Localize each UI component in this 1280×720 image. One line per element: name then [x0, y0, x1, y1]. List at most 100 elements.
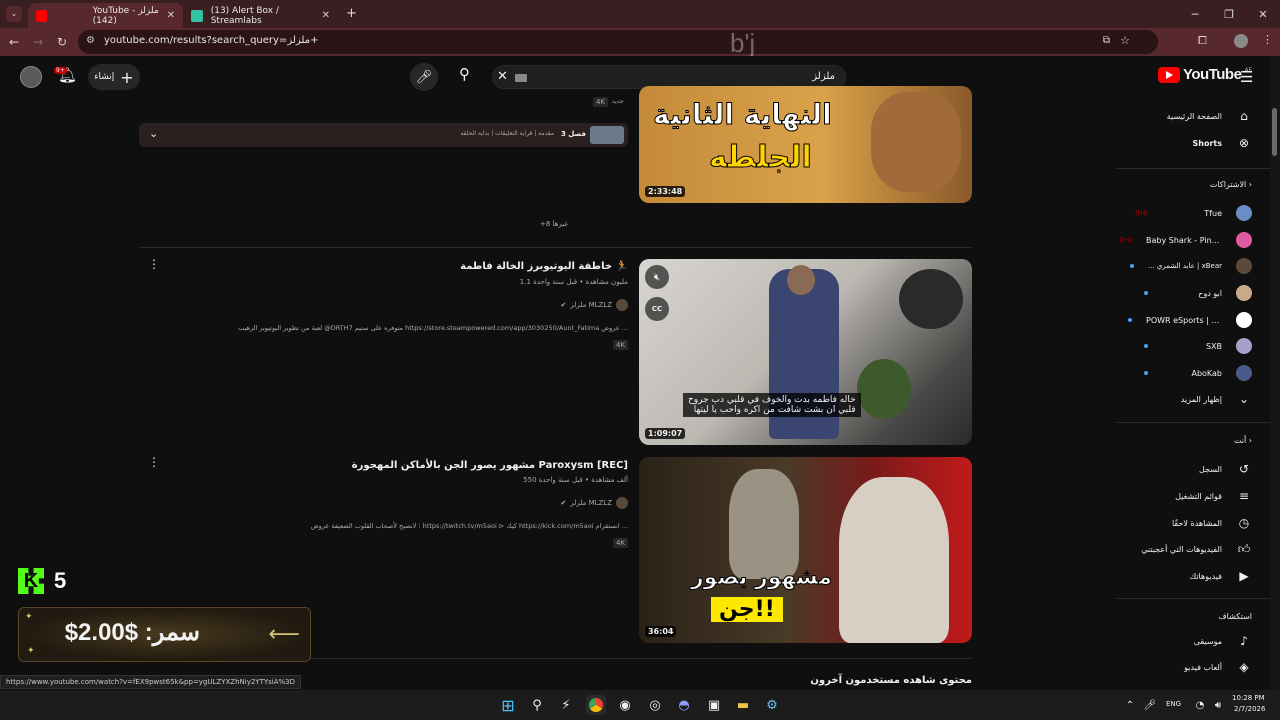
sidebar-item-history[interactable]: ↺ السجل: [1199, 459, 1252, 479]
voice-search-icon[interactable]: 🎤︎: [410, 63, 438, 91]
chapters-row[interactable]: ⌄ 3 فصل مقدمة | قراية التعليقات | بداية …: [139, 123, 628, 147]
sidebar-item-gaming[interactable]: ◈ ألعاب فيديو: [1184, 657, 1252, 677]
back-icon[interactable]: ←: [6, 34, 22, 50]
app-icon[interactable]: ◎: [645, 695, 665, 715]
minimize-icon[interactable]: ─: [1178, 0, 1212, 28]
streamlabs-favicon-icon: [191, 9, 203, 22]
sidebar-item-label: Shorts: [1192, 138, 1222, 148]
channel-link[interactable]: ✔ ملزلز MLZLZ: [561, 299, 628, 311]
more-actions-icon[interactable]: ⋮: [148, 257, 160, 271]
video-title[interactable]: مشهور يصور الجن بالأماكن المهجورة Paroxy…: [352, 460, 628, 471]
clock-time[interactable]: 10:28 PM: [1232, 694, 1265, 702]
page-scrollbar-thumb[interactable]: [1272, 108, 1277, 156]
subscriptions-heading[interactable]: الاشتراكات ›: [1210, 180, 1252, 189]
sidebar-item-music[interactable]: ♪ موسيقى: [1194, 631, 1252, 651]
sidebar-item-watch-later[interactable]: ◷ المشاهدة لاحقًا: [1172, 513, 1252, 533]
video-thumbnail[interactable]: النهاية الثانية الجلطه 2:33:48: [639, 86, 972, 203]
guide-menu-icon[interactable]: ☰: [1240, 68, 1253, 86]
more-results-link[interactable]: +8 غيرها: [540, 220, 568, 228]
sidebar-item-shorts[interactable]: ⊗ Shorts: [1193, 133, 1252, 153]
video-thumbnail[interactable]: 🔇︎ CC خاله فاطمه بدت والخوف في قلبي دب ج…: [639, 259, 972, 445]
sidebar-item-home[interactable]: ⌂ الصفحة الرئيسية: [1167, 106, 1252, 126]
sidebar-item-liked[interactable]: 👍︎ الفيديوهات التي أعجبتني: [1141, 539, 1252, 559]
chevron-down-icon: ⌄: [1238, 392, 1250, 406]
steam-icon[interactable]: ⚙: [762, 695, 782, 715]
sidebar-sub-xbear[interactable]: xBear | عابد الشمري ...: [1130, 256, 1252, 276]
channel-link[interactable]: ✔ ملزلز MLZLZ: [561, 497, 628, 509]
tray-chevron-icon[interactable]: ⌃: [1120, 695, 1140, 715]
you-heading[interactable]: أنت ›: [1234, 436, 1252, 445]
sidebar-item-your-videos[interactable]: ▶ فيديوهاتك: [1190, 566, 1252, 586]
channel-avatar: [1236, 258, 1252, 274]
sidebar-sub-sxb[interactable]: SXB: [1144, 336, 1252, 356]
address-url: youtube.com/results?search_query=ملزلز+: [104, 35, 319, 46]
sidebar-item-label: موسيقى: [1193, 636, 1222, 646]
sidebar-item-playlists[interactable]: ≡ قوائم التشغيل: [1175, 486, 1252, 506]
sidebar-sub-tfue[interactable]: Tfue ((•)): [1135, 203, 1252, 223]
discord-icon[interactable]: ◓: [674, 695, 694, 715]
video-title[interactable]: خاطفة اليوتيوبرز الخالة فاطمة 🏃: [460, 261, 628, 272]
create-button[interactable]: إنشاء +: [88, 64, 140, 90]
address-bar[interactable]: ⚙ youtube.com/results?search_query=ملزلز…: [78, 30, 1158, 54]
tab-close-icon[interactable]: ✕: [167, 10, 175, 21]
more-actions-icon[interactable]: ⋮: [148, 455, 160, 469]
forward-icon[interactable]: →: [30, 34, 46, 50]
clear-search-icon[interactable]: ✕: [497, 69, 508, 84]
sidebar-sub-babyshark[interactable]: Baby Shark - Pin... ((•)): [1119, 230, 1252, 250]
caption-line: خاله فاطمه بدت والخوف في قلبي دب جروح: [688, 395, 856, 405]
obs-icon[interactable]: ◉: [615, 695, 635, 715]
volume-icon[interactable]: 🔊︎: [1208, 695, 1228, 715]
bookmark-star-icon[interactable]: ☆: [1120, 34, 1130, 47]
video-meta: 1.1 مليون مشاهدة • قبل سنة واحدة: [519, 278, 628, 286]
chrome-icon[interactable]: [586, 695, 606, 715]
clock-date[interactable]: 2/7/2026: [1234, 705, 1265, 713]
sidebar-item-label: AboKab: [1191, 368, 1222, 378]
taskbar-app-icon[interactable]: ⚡: [556, 695, 576, 715]
sidebar-sub-powr[interactable]: POWR eSports | ...: [1128, 310, 1252, 330]
extensions-icon[interactable]: ⧠: [1198, 34, 1207, 48]
new-tab-icon[interactable]: +: [346, 6, 357, 21]
video-thumbnail[interactable]: مشهور يصور جن!! 36:04: [639, 457, 972, 643]
language-indicator[interactable]: ENG: [1166, 700, 1181, 708]
close-window-icon[interactable]: ✕: [1246, 0, 1280, 28]
verified-icon: ✔: [560, 499, 567, 507]
browser-tab-strip: ⌄ YouTube - ملزلز (142) ✕ (13) Alert Box…: [0, 0, 1280, 28]
capcut-icon[interactable]: ▣: [704, 695, 724, 715]
browser-menu-icon[interactable]: ⋮: [1262, 33, 1273, 46]
youtube-logo[interactable]: YouTube AE: [1158, 66, 1252, 83]
profile-avatar[interactable]: [1234, 34, 1248, 48]
chevron-down-icon[interactable]: ⌄: [149, 127, 158, 140]
sidebar-show-more[interactable]: ⌄ إظهار المزيد: [1181, 389, 1252, 409]
captions-icon[interactable]: CC: [645, 297, 669, 321]
music-icon: ♪: [1240, 634, 1248, 648]
mute-icon[interactable]: 🔇︎: [645, 265, 669, 289]
sidebar-sub-abokab[interactable]: AboKab: [1144, 363, 1252, 383]
sidebar-sub-abudooh[interactable]: ابو دوح: [1144, 283, 1252, 303]
sidebar-item-label: إظهار المزيد: [1180, 394, 1222, 404]
tab-youtube[interactable]: YouTube - ملزلز (142) ✕: [28, 3, 183, 28]
quality-badge: 4K: [593, 97, 609, 107]
tab-close-icon[interactable]: ✕: [322, 10, 330, 21]
keyboard-icon[interactable]: [515, 74, 527, 82]
cast-icon[interactable]: ⧉: [1103, 35, 1110, 46]
microphone-icon[interactable]: 🎤︎: [1140, 695, 1160, 715]
section-divider: [139, 247, 972, 248]
tab-streamlabs[interactable]: (13) Alert Box / Streamlabs ✕: [183, 3, 338, 28]
search-icon[interactable]: ⚲: [459, 65, 470, 83]
account-avatar[interactable]: [20, 66, 42, 88]
search-query: ملزلز: [812, 71, 835, 82]
sidebar-divider: [1116, 168, 1270, 169]
wifi-icon[interactable]: ◔: [1190, 695, 1210, 715]
file-explorer-icon[interactable]: ▬: [733, 695, 753, 715]
video-description: لعبة من تطوير اليوتيوبر الرهيب @DRTH7 مت…: [238, 324, 628, 332]
tab-search-button[interactable]: ⌄: [6, 6, 22, 22]
sidebar-item-label: Baby Shark - Pin...: [1146, 235, 1220, 245]
restore-icon[interactable]: ❐: [1212, 0, 1246, 28]
reload-icon[interactable]: ↻: [54, 34, 70, 50]
taskbar-search-icon[interactable]: ⚲: [527, 695, 547, 715]
watermark-logo: b'j: [730, 28, 756, 58]
windows-start-icon[interactable]: ⊞: [498, 695, 518, 715]
site-info-icon[interactable]: ⚙: [86, 35, 95, 46]
playlist-icon: ≡: [1238, 489, 1250, 503]
youtube-play-icon: [1158, 66, 1180, 83]
